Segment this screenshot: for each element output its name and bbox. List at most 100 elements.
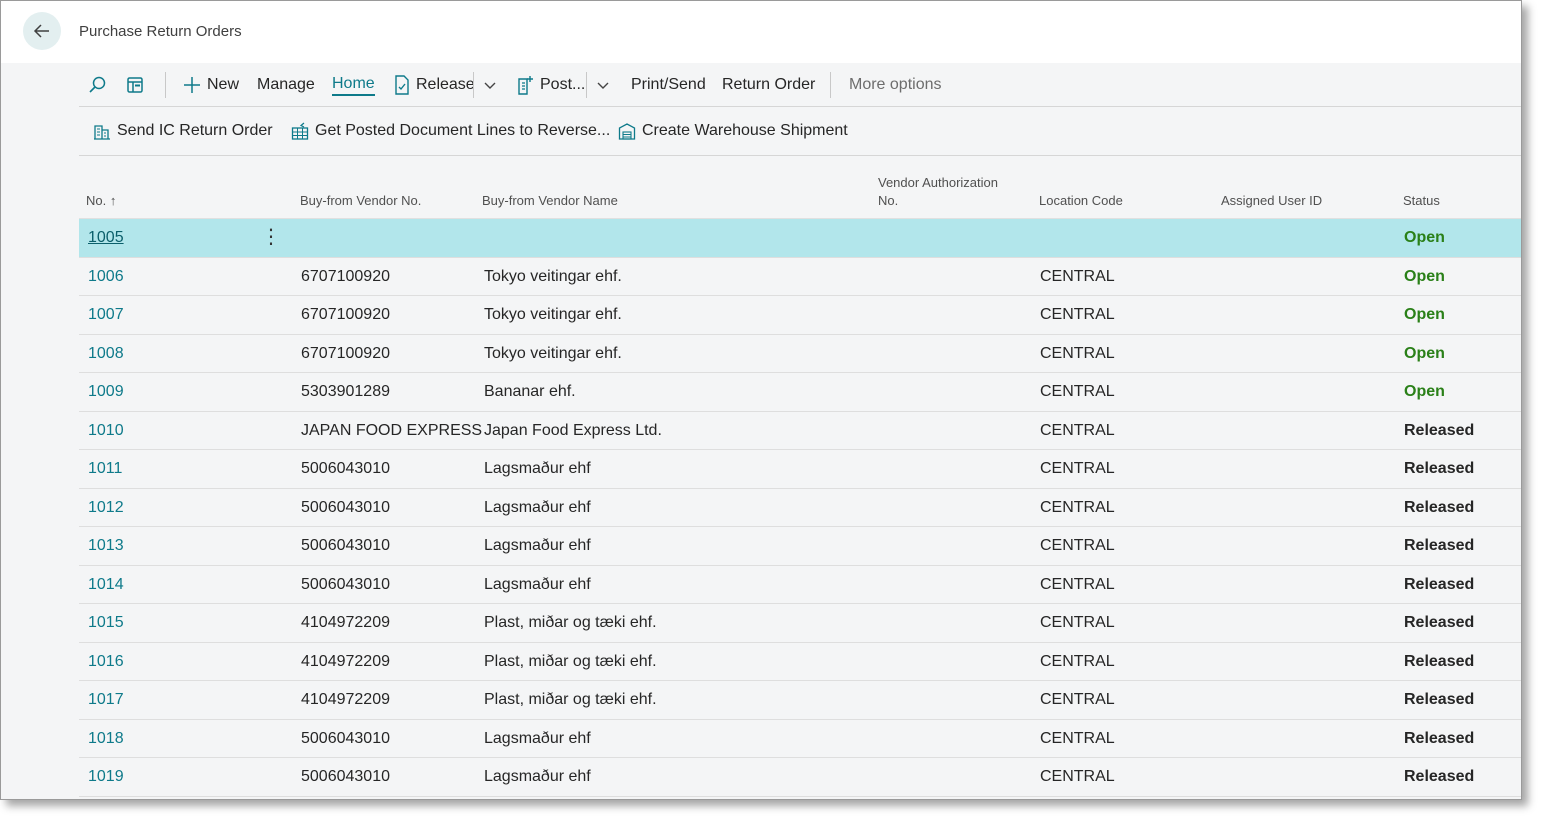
location-code-cell: CENTRAL	[1040, 768, 1115, 785]
release-button[interactable]: Release	[393, 64, 475, 106]
column-header-vendor-no[interactable]: Buy-from Vendor No.	[300, 192, 421, 210]
status-cell: Released	[1404, 498, 1475, 516]
order-number-link[interactable]: 1014	[88, 566, 124, 604]
vendor-name-cell: Tokyo veitingar ehf.	[484, 306, 622, 323]
order-number-link[interactable]: 1015	[88, 604, 124, 642]
order-number-link[interactable]: 1016	[88, 643, 124, 681]
vendor-no-cell: 6707100920	[301, 344, 390, 362]
vendor-no-cell: 5006043010	[301, 575, 390, 593]
order-number-link[interactable]: 1009	[88, 373, 124, 411]
search-button[interactable]	[87, 64, 107, 106]
column-header-location-code[interactable]: Location Code	[1039, 192, 1123, 210]
location-code-cell: CENTRAL	[1040, 575, 1115, 593]
vendor-no-cell: 5006043010	[301, 729, 390, 747]
table-row[interactable]: 1011 5006043010 Lagsmaður ehf CENTRAL Releas…	[79, 450, 1521, 489]
send-ic-return-order-button[interactable]: Send IC Return Order	[93, 107, 273, 155]
status-cell: Released	[1404, 460, 1475, 477]
table-row[interactable]: 1013 5006043010 Lagsmaður ehf CENTRAL Releas…	[79, 527, 1521, 566]
table-row[interactable]: 1006 6707100920 Tokyo veitingar ehf. CENTRA…	[79, 258, 1521, 296]
column-header-vendor-auth-no[interactable]: Vendor Authorization No.	[878, 174, 998, 210]
manage-label: Manage	[257, 76, 315, 93]
search-icon	[89, 76, 106, 93]
order-number-link[interactable]: 1005	[88, 219, 124, 257]
status-cell: Released	[1404, 729, 1475, 747]
get-posted-label: Get Posted Document Lines to Reverse...	[315, 122, 611, 139]
location-code-cell: CENTRAL	[1040, 614, 1115, 631]
post-button[interactable]: Post...	[517, 64, 585, 106]
release-label: Release	[416, 76, 475, 93]
vendor-name-cell: Lagsmaður ehf	[484, 768, 591, 785]
get-posted-lines-button[interactable]: Get Posted Document Lines to Reverse...	[291, 107, 610, 155]
column-header-no[interactable]: No. ↑	[86, 192, 116, 210]
location-code-cell: CENTRAL	[1040, 267, 1115, 285]
send-building-icon	[94, 125, 110, 140]
location-code-cell: CENTRAL	[1040, 652, 1115, 670]
manage-menu[interactable]: Manage	[257, 64, 315, 106]
table-row[interactable]: 1008 6707100920 Tokyo veitingar ehf. CENTRA…	[79, 335, 1521, 373]
table-row[interactable]: 1012 5006043010 Lagsmaður ehf CENTRAL Releas…	[79, 489, 1521, 527]
order-number-link[interactable]: 1010	[88, 412, 124, 450]
release-dropdown[interactable]	[483, 64, 497, 106]
home-tab[interactable]: Home	[332, 64, 375, 106]
more-options-button[interactable]: More options	[849, 64, 942, 106]
table-row[interactable]: 1015 4104972209 Plast, miðar og tæki ehf. C…	[79, 604, 1521, 643]
table-row[interactable]: 1017 4104972209 Plast, miðar og tæki ehf. C…	[79, 681, 1521, 720]
table-row[interactable]: 1014 5006043010 Lagsmaður ehf CENTRAL Releas…	[79, 566, 1521, 604]
column-header-assigned-user[interactable]: Assigned User ID	[1221, 192, 1322, 210]
order-number-link[interactable]: 1013	[88, 527, 124, 565]
table-row[interactable]: 1016 4104972209 Plast, miðar og tæki ehf. C…	[79, 643, 1521, 681]
return-order-label: Return Order	[722, 76, 816, 93]
column-header-vendor-name[interactable]: Buy-from Vendor Name	[482, 192, 618, 210]
new-label: New	[207, 76, 240, 93]
order-number-link[interactable]: 1008	[88, 335, 124, 373]
vendor-no-cell: 4104972209	[301, 652, 390, 670]
vendor-name-cell: Plast, miðar og tæki ehf.	[484, 614, 657, 631]
new-button[interactable]: New	[183, 64, 239, 106]
table-row[interactable]: 1018 5006043010 Lagsmaður ehf CENTRAL Releas…	[79, 720, 1521, 758]
send-ic-label: Send IC Return Order	[117, 122, 273, 139]
vendor-no-cell: 4104972209	[301, 614, 390, 631]
table-row[interactable]: 1009 5303901289 Bananar ehf. CENTRAL Open	[79, 373, 1521, 412]
back-button[interactable]	[23, 12, 61, 50]
title-bar: Purchase Return Orders	[1, 1, 1521, 63]
separator	[586, 72, 587, 98]
back-arrow-icon	[33, 24, 49, 38]
print-send-label: Print/Send	[631, 76, 706, 93]
row-actions-icon[interactable]: ⋮	[261, 219, 281, 257]
status-cell: Open	[1404, 383, 1445, 400]
table-row[interactable]: 1007 6707100920 Tokyo veitingar ehf. CENTRA…	[79, 296, 1521, 335]
vendor-no-cell: 5006043010	[301, 498, 390, 516]
chevron-down-icon	[597, 82, 609, 89]
print-send-menu[interactable]: Print/Send	[631, 64, 706, 106]
more-options-label: More options	[849, 76, 942, 93]
order-number-link[interactable]: 1019	[88, 758, 124, 796]
location-code-cell: CENTRAL	[1040, 460, 1115, 477]
vendor-no-cell: 5006043010	[301, 460, 390, 477]
order-number-link[interactable]: 1007	[88, 296, 124, 334]
return-order-menu[interactable]: Return Order	[722, 64, 815, 106]
view-layout-button[interactable]	[125, 64, 145, 106]
table-row[interactable]: 1005 Open ⋮	[79, 219, 1521, 258]
status-cell: Open	[1404, 267, 1445, 285]
status-cell: Released	[1404, 652, 1475, 670]
column-header-status[interactable]: Status	[1403, 192, 1440, 210]
status-cell: Open	[1404, 306, 1445, 323]
table-row[interactable]: 1019 5006043010 Lagsmaður ehf CENTRAL Releas…	[79, 758, 1521, 797]
vendor-name-cell: Tokyo veitingar ehf.	[484, 344, 622, 362]
vendor-name-cell: Plast, miðar og tæki ehf.	[484, 691, 657, 708]
status-cell: Open	[1404, 229, 1445, 246]
status-cell: Released	[1404, 421, 1475, 439]
order-number-link[interactable]: 1011	[88, 450, 122, 488]
create-warehouse-shipment-button[interactable]: Create Warehouse Shipment	[618, 107, 848, 155]
vendor-name-cell: Plast, miðar og tæki ehf.	[484, 652, 657, 670]
vendor-name-cell: Lagsmaður ehf	[484, 537, 591, 554]
post-dropdown[interactable]	[596, 64, 610, 106]
table-row[interactable]: 1010 JAPAN FOOD EXPRESS Japan Food Express…	[79, 412, 1521, 450]
order-number-link[interactable]: 1012	[88, 489, 124, 527]
home-label: Home	[332, 75, 375, 96]
plus-icon	[184, 77, 200, 93]
vendor-name-cell: Lagsmaður ehf	[484, 575, 591, 593]
order-number-link[interactable]: 1018	[88, 720, 124, 758]
order-number-link[interactable]: 1006	[88, 258, 124, 296]
order-number-link[interactable]: 1017	[88, 681, 124, 719]
